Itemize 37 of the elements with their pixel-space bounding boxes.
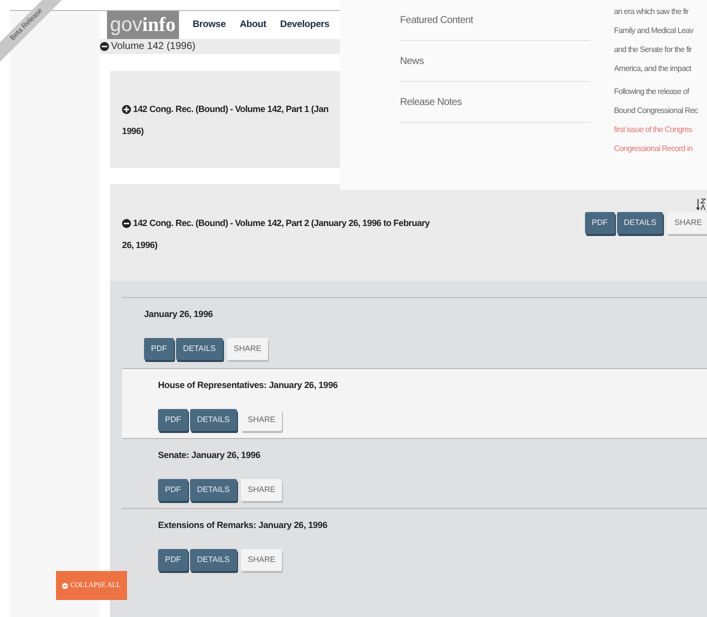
document-title: Extensions of Remarks: January 26, 1996	[158, 519, 328, 532]
share-button[interactable]: SHARE	[240, 478, 282, 500]
document-row[interactable]: House of Representatives: January 26, 1996 PDF DETAILS SHARE	[122, 368, 707, 438]
sort-icon[interactable]	[696, 198, 706, 211]
expand-icon[interactable]	[122, 104, 131, 114]
action-button[interactable]: DETAILS	[190, 408, 237, 430]
collapse-icon[interactable]	[122, 218, 131, 228]
share-button[interactable]: SHARE	[667, 212, 707, 234]
part-title[interactable]: 142 Cong. Rec. (Bound) - Volume 142, Part 1 (Jan 1996)	[122, 98, 328, 142]
action-button[interactable]: DETAILS	[190, 478, 237, 500]
action-button[interactable]: PDF	[158, 408, 188, 430]
document-title: House of Representatives: January 26, 1996	[158, 379, 339, 392]
part-title[interactable]: 142 Cong. Rec. (Bound) - Volume 142, Part 2 (January 26, 1996 to February 26, 1996)	[122, 212, 430, 256]
nav-link[interactable]: About	[240, 18, 266, 32]
logo[interactable]: govinfo	[107, 11, 179, 39]
share-button[interactable]: SHARE	[226, 338, 268, 360]
nav-link[interactable]: Developers	[280, 18, 330, 32]
document-title: Senate: January 26, 1996	[158, 449, 262, 462]
action-button[interactable]: PDF	[158, 478, 188, 500]
action-button[interactable]: DETAILS	[616, 212, 664, 234]
paragraph: an era which saw the fir Family and Medical Leav and the Senate for the fir America, and the impact	[614, 6, 694, 75]
menu-item[interactable]: News	[400, 41, 590, 82]
volume-title: Volume 142 (1996)	[111, 40, 196, 54]
share-button[interactable]: SHARE	[240, 408, 282, 430]
action-button[interactable]: PDF	[158, 548, 188, 570]
action-button[interactable]: PDF	[584, 212, 615, 234]
collapse-icon	[62, 582, 68, 588]
action-button[interactable]: PDF	[144, 338, 174, 360]
action-button[interactable]: DETAILS	[190, 548, 237, 570]
action-button[interactable]: DETAILS	[176, 338, 223, 360]
menu-item[interactable]: Release Notes	[400, 82, 590, 123]
share-button[interactable]: SHARE	[240, 548, 282, 570]
collapse-icon[interactable]	[100, 42, 109, 51]
paragraph: Following the release of Bound Congressional Rec first issue of the Congres Congressional Record in	[614, 86, 698, 155]
menu-item[interactable]: Featured Content	[400, 0, 590, 41]
nav-link[interactable]: Browse	[192, 18, 226, 32]
date-heading[interactable]: January 26, 1996	[144, 308, 707, 322]
